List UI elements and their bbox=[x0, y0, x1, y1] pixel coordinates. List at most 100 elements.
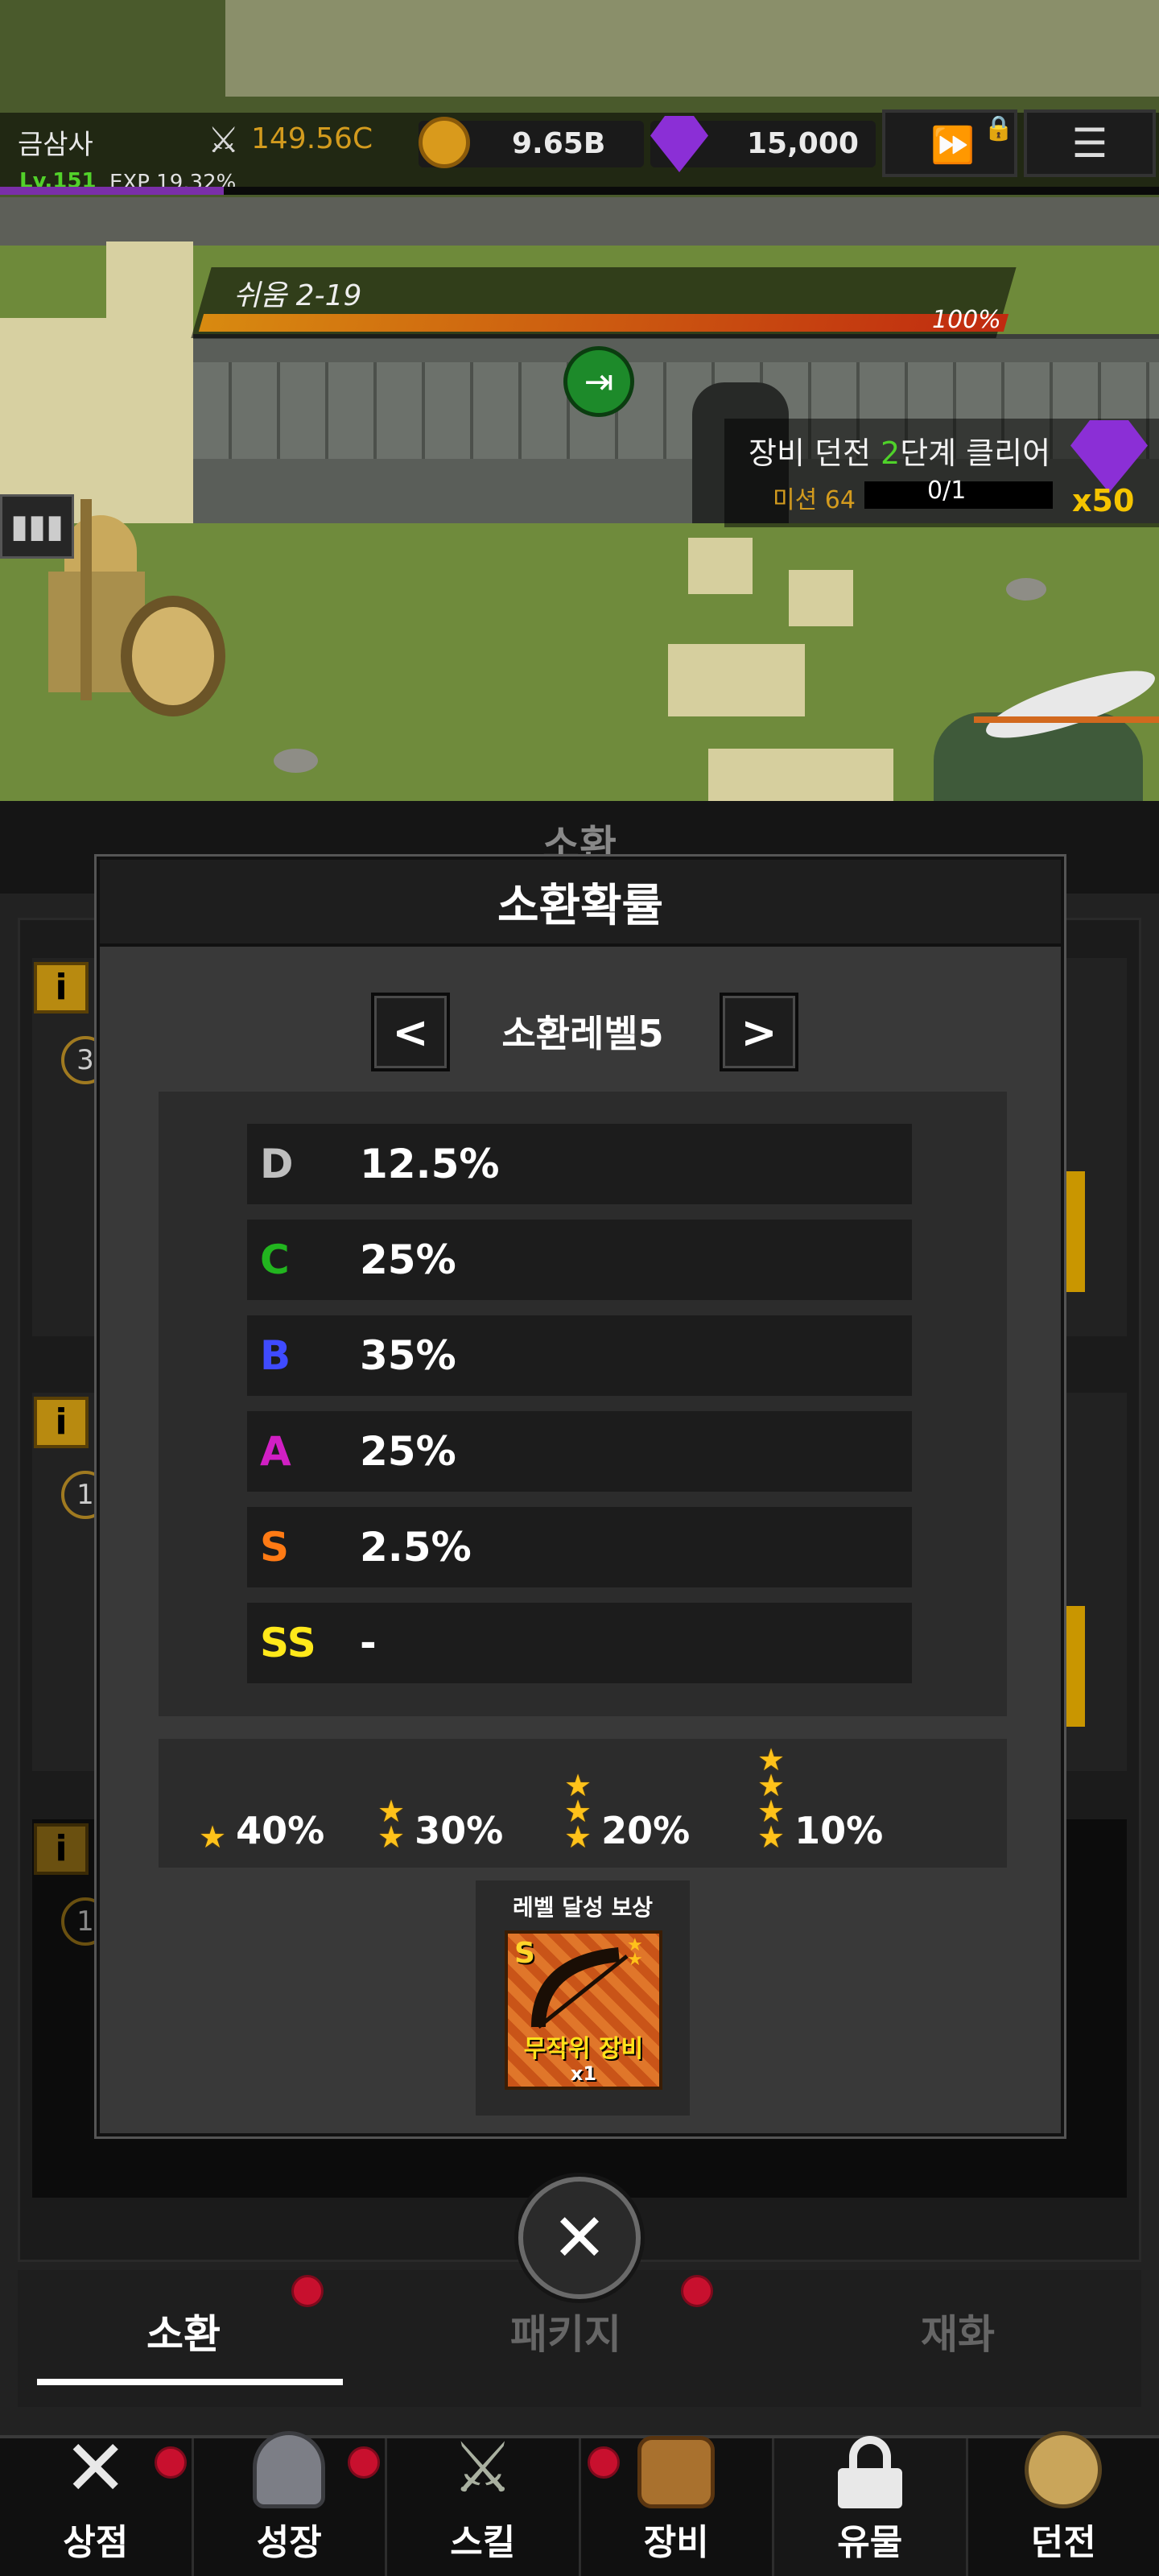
rate-grade: B bbox=[260, 1332, 291, 1379]
exp-bar bbox=[0, 187, 1159, 195]
star-rate-item: ★ 40% bbox=[199, 1809, 325, 1855]
summon-rate-modal: 소환확률 < 소환레벨5 > D 12.5% C 25% B 35% A 25% S 2.5% SS… bbox=[97, 857, 1064, 2136]
nav-artifact[interactable]: 유물 bbox=[774, 2436, 968, 2576]
star-stack: ★ bbox=[199, 1819, 227, 1855]
star-icon: ★ bbox=[377, 1819, 406, 1855]
exit-icon: ⇥ bbox=[584, 361, 614, 402]
star-rate-value: 10% bbox=[794, 1809, 884, 1852]
star-rate-item: ★ ★ 30% bbox=[377, 1796, 503, 1855]
backpack-icon bbox=[636, 2436, 716, 2508]
nav-label: 상점 bbox=[63, 2522, 129, 2563]
fast-forward-icon: ⏩ bbox=[930, 125, 975, 166]
reward-title: 레벨 달성 보상 bbox=[512, 1894, 654, 1921]
crossed-swords-icon: ✕ bbox=[63, 2423, 128, 2513]
rate-value: 25% bbox=[360, 1236, 456, 1283]
nav-label: 성장 bbox=[256, 2522, 322, 2563]
nav-label: 유물 bbox=[837, 2522, 903, 2563]
helmet-icon bbox=[249, 2431, 329, 2508]
rate-grade: C bbox=[260, 1236, 290, 1283]
rate-grade: A bbox=[260, 1428, 291, 1475]
stats-button[interactable]: ▮▮▮ bbox=[0, 494, 74, 559]
stage-progress-fill bbox=[198, 314, 1009, 332]
exp-bar-fill bbox=[0, 187, 225, 195]
notification-dot bbox=[348, 2446, 380, 2479]
reward-item[interactable]: S ★ ★ 무작위 장비 x1 bbox=[505, 1930, 662, 2090]
menu-button[interactable]: ☰ bbox=[1024, 109, 1156, 177]
nav-label: 던전 bbox=[1030, 2522, 1096, 2563]
star-icon: ★ bbox=[757, 1819, 786, 1855]
gold-coin-icon bbox=[419, 117, 470, 168]
nav-label: 스킬 bbox=[450, 2522, 516, 2563]
sand-patch bbox=[789, 570, 853, 626]
mission-label: 미션 64 bbox=[773, 486, 856, 514]
player-name: 금삼사 bbox=[18, 129, 93, 161]
bar-chart-icon: ▮▮▮ bbox=[10, 508, 64, 545]
close-button[interactable]: ✕ bbox=[518, 2177, 641, 2299]
rate-value: 35% bbox=[360, 1332, 456, 1379]
star-stack: ★ ★ ★ ★ bbox=[757, 1744, 786, 1855]
rate-row: D 12.5% bbox=[247, 1124, 912, 1204]
rate-row: C 25% bbox=[247, 1220, 912, 1300]
grade-rates-table: D 12.5% C 25% B 35% A 25% S 2.5% SS - bbox=[159, 1092, 1007, 1716]
tab-currency[interactable]: 재화 bbox=[921, 2302, 995, 2360]
star-stack: ★ ★ bbox=[377, 1796, 406, 1855]
notification-dot bbox=[587, 2446, 620, 2479]
reward-count: x1 bbox=[570, 2062, 597, 2085]
tab-summon[interactable]: 소환 bbox=[146, 2302, 221, 2360]
rock bbox=[274, 749, 318, 773]
speed-button[interactable]: ⏩ 🔒 bbox=[882, 109, 1017, 177]
attack-icon: ⚔ bbox=[208, 120, 240, 161]
enemy-monster bbox=[885, 658, 1159, 801]
tab-package[interactable]: 패키지 bbox=[510, 2302, 621, 2360]
lock-icon: 🔒 bbox=[984, 114, 1014, 142]
rate-row: B 35% bbox=[247, 1315, 912, 1396]
reward-star-icon: ★ ★ bbox=[627, 1935, 643, 1970]
nav-label: 장비 bbox=[643, 2522, 709, 2563]
star-rate-item: ★ ★ ★ 20% bbox=[564, 1770, 690, 1852]
info-icon[interactable]: i bbox=[34, 1397, 89, 1448]
star-icon: ★ bbox=[199, 1819, 227, 1855]
summon-button[interactable] bbox=[1062, 1171, 1085, 1292]
mission-reward-count: x50 bbox=[1072, 483, 1135, 518]
nav-shop[interactable]: ✕ 상점 bbox=[0, 2423, 194, 2576]
tab-active-indicator bbox=[37, 2379, 343, 2385]
hamburger-icon: ☰ bbox=[1071, 120, 1108, 167]
rate-value: - bbox=[360, 1620, 377, 1666]
reward-grade: S bbox=[514, 1937, 535, 1970]
next-level-button[interactable]: > bbox=[720, 993, 798, 1071]
lock-icon bbox=[830, 2436, 910, 2508]
bottom-nav: ✕ 상점 성장 ⚔ 스킬 장비 유물 던전 bbox=[0, 2423, 1159, 2576]
rate-grade: D bbox=[260, 1141, 294, 1187]
level-reward: 레벨 달성 보상 S ★ ★ 무작위 장비 x1 bbox=[476, 1880, 690, 2116]
swords-icon: ⚔ bbox=[452, 2428, 514, 2508]
attack-power: 149.56C bbox=[251, 122, 373, 155]
star-rate-value: 40% bbox=[236, 1809, 325, 1852]
modal-title: 소환확률 bbox=[100, 860, 1061, 947]
nav-skill[interactable]: ⚔ 스킬 bbox=[387, 2428, 581, 2576]
summon-button[interactable] bbox=[1062, 1606, 1085, 1727]
gem-amount: 15,000 bbox=[747, 127, 859, 160]
notification-dot bbox=[154, 2446, 187, 2479]
rate-grade: SS bbox=[260, 1620, 316, 1666]
sand-patch bbox=[708, 749, 893, 801]
stage-progress-text: 100% bbox=[932, 306, 1001, 334]
info-icon[interactable]: i bbox=[34, 962, 89, 1013]
rate-row: A 25% bbox=[247, 1411, 912, 1492]
sand-patch bbox=[688, 538, 753, 594]
sand-patch bbox=[668, 644, 805, 716]
star-rates: ★ 40% ★ ★ 30% ★ ★ ★ 20% ★ ★ ★ ★ 10% bbox=[159, 1739, 1007, 1868]
nav-equipment[interactable]: 장비 bbox=[581, 2436, 774, 2576]
rate-grade: S bbox=[260, 1524, 290, 1571]
wall-top bbox=[0, 197, 1159, 246]
notification-dot bbox=[681, 2275, 713, 2307]
rate-row: S 2.5% bbox=[247, 1507, 912, 1587]
info-icon[interactable]: i bbox=[34, 1823, 89, 1875]
star-stack: ★ ★ ★ bbox=[564, 1770, 592, 1852]
rate-value: 12.5% bbox=[360, 1141, 500, 1187]
nav-growth[interactable]: 성장 bbox=[194, 2431, 387, 2576]
star-rate-item: ★ ★ ★ ★ 10% bbox=[757, 1744, 884, 1855]
nav-dungeon[interactable]: 던전 bbox=[968, 2431, 1159, 2576]
exit-stage-button[interactable]: ⇥ bbox=[563, 346, 634, 417]
rate-row: SS - bbox=[247, 1603, 912, 1683]
stage-name: 쉬움 2-19 bbox=[233, 279, 362, 312]
